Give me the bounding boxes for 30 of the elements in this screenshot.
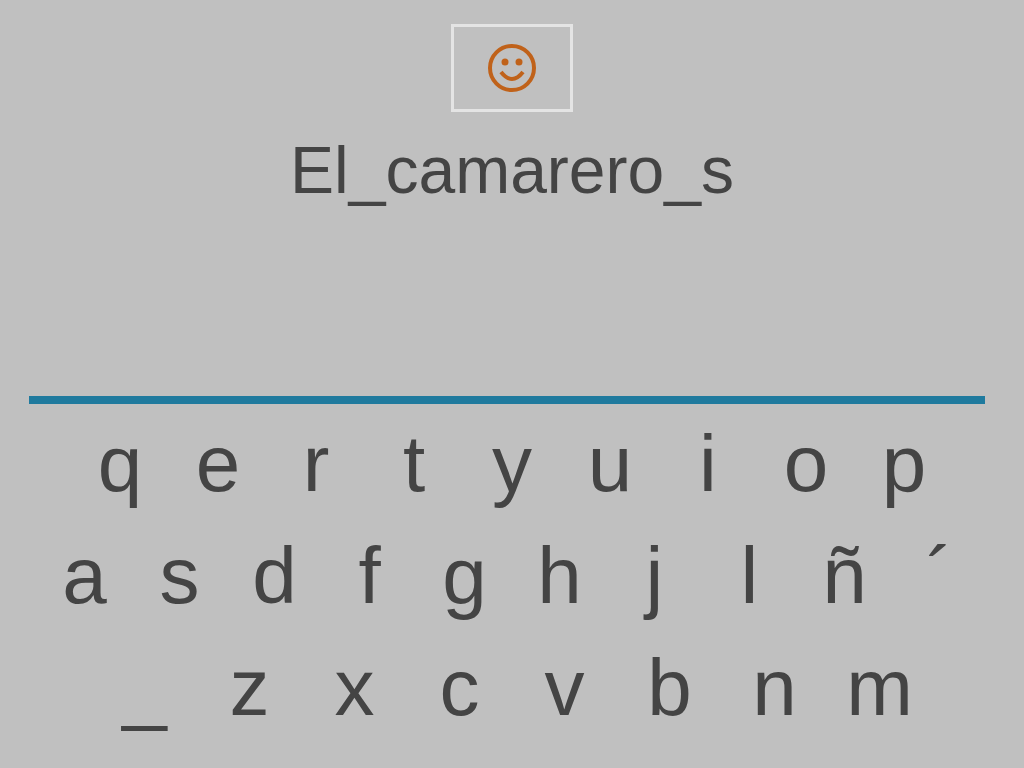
key-button[interactable]: a	[37, 526, 132, 626]
key-button[interactable]: z	[197, 638, 302, 738]
key-button[interactable]: r	[267, 414, 365, 514]
key-button[interactable]: h	[512, 526, 607, 626]
key-button[interactable]: q	[71, 414, 169, 514]
key-button[interactable]: v	[512, 638, 617, 738]
key-button[interactable]: s	[132, 526, 227, 626]
key-button[interactable]: n	[722, 638, 827, 738]
key-button[interactable]: e	[169, 414, 267, 514]
key-button[interactable]: m	[827, 638, 932, 738]
key-button[interactable]: d	[227, 526, 322, 626]
key-button[interactable]: i	[659, 414, 757, 514]
key-button[interactable]: c	[407, 638, 512, 738]
smiley-icon	[486, 42, 538, 94]
key-button[interactable]: _	[92, 638, 197, 738]
key-button[interactable]: l	[702, 526, 797, 626]
key-button[interactable]: p	[855, 414, 953, 514]
key-button[interactable]: g	[417, 526, 512, 626]
key-button[interactable]: o	[757, 414, 855, 514]
key-button[interactable]: y	[463, 414, 561, 514]
key-button[interactable]: ñ	[797, 526, 892, 626]
key-button[interactable]: b	[617, 638, 722, 738]
key-button[interactable]: j	[607, 526, 702, 626]
key-button[interactable]: ´	[892, 526, 987, 626]
key-button[interactable]: f	[322, 526, 417, 626]
answer-text: El_camarero_s	[290, 132, 734, 209]
key-button[interactable]: x	[302, 638, 407, 738]
key-button[interactable]: t	[365, 414, 463, 514]
hint-button[interactable]	[451, 24, 573, 112]
key-button[interactable]: u	[561, 414, 659, 514]
